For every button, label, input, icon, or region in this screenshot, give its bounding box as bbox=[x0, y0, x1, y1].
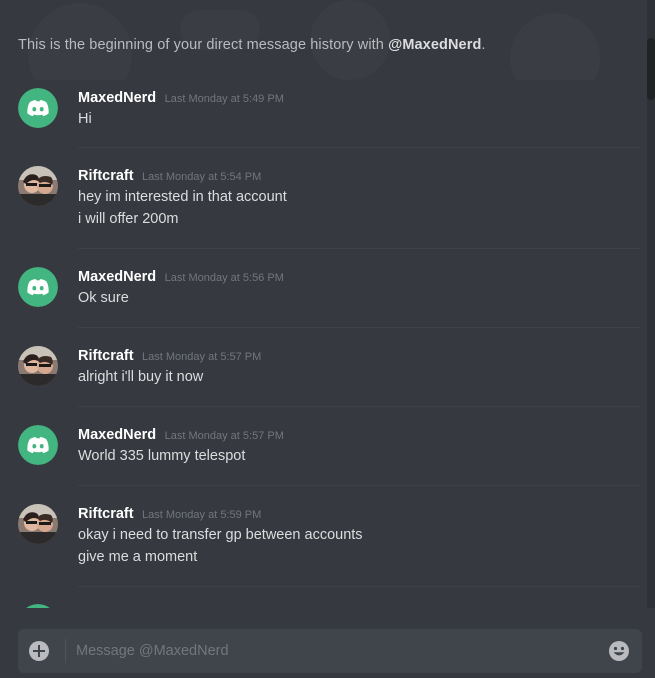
beginning-mention[interactable]: @MaxedNerd bbox=[388, 37, 481, 53]
message-list[interactable]: This is the beginning of your direct mes… bbox=[0, 0, 655, 608]
message-content: MaxedNerd Last Monday at 5:49 PM Hi bbox=[78, 88, 284, 130]
message-divider bbox=[78, 248, 640, 249]
plus-circle-icon[interactable] bbox=[29, 641, 49, 661]
message-input[interactable] bbox=[76, 629, 596, 673]
discord-logo-icon bbox=[26, 604, 50, 608]
message-timestamp: Last Monday at 5:57 PM bbox=[164, 430, 284, 442]
avatar bbox=[18, 604, 58, 608]
message-partial[interactable] bbox=[18, 604, 640, 608]
discord-logo-icon bbox=[18, 425, 58, 465]
avatar[interactable] bbox=[18, 425, 58, 465]
discord-logo-icon bbox=[18, 88, 58, 128]
message-header: MaxedNerd Last Monday at 5:56 PM bbox=[78, 267, 284, 287]
message-header: MaxedNerd Last Monday at 5:57 PM bbox=[78, 425, 284, 445]
message-timestamp: Last Monday at 5:57 PM bbox=[142, 351, 262, 363]
discord-logo-icon bbox=[18, 267, 58, 307]
message-author[interactable]: MaxedNerd bbox=[78, 427, 156, 443]
avatar[interactable] bbox=[18, 504, 58, 544]
message-content: MaxedNerd Last Monday at 5:56 PM Ok sure bbox=[78, 267, 284, 309]
avatar[interactable] bbox=[18, 346, 58, 386]
message-header: Riftcraft Last Monday at 5:57 PM bbox=[78, 346, 261, 366]
message-author[interactable]: Riftcraft bbox=[78, 168, 134, 184]
message-content: Riftcraft Last Monday at 5:54 PM hey im … bbox=[78, 166, 287, 230]
message[interactable]: Riftcraft Last Monday at 5:54 PM hey im … bbox=[18, 166, 640, 228]
message-composer bbox=[18, 629, 642, 673]
user-photo bbox=[18, 504, 58, 544]
beginning-suffix: . bbox=[481, 37, 486, 53]
message-content: MaxedNerd Last Monday at 5:57 PM World 3… bbox=[78, 425, 284, 467]
message-author[interactable]: MaxedNerd bbox=[78, 269, 156, 285]
message-text: Hi bbox=[78, 111, 92, 127]
message-text: i will offer 200m bbox=[78, 211, 179, 227]
composer-divider bbox=[65, 639, 66, 663]
avatar[interactable] bbox=[18, 267, 58, 307]
message-divider bbox=[78, 586, 640, 587]
message-text: alright i'll buy it now bbox=[78, 369, 204, 385]
message-text: hey im interested in that account bbox=[78, 189, 287, 205]
user-photo bbox=[18, 166, 58, 206]
message-timestamp: Last Monday at 5:59 PM bbox=[142, 509, 262, 521]
message-header: MaxedNerd Last Monday at 5:49 PM bbox=[78, 88, 284, 108]
message[interactable]: Riftcraft Last Monday at 5:59 PM okay i … bbox=[18, 504, 640, 566]
dm-beginning-notice: This is the beginning of your direct mes… bbox=[18, 37, 486, 53]
message-text: give me a moment bbox=[78, 549, 198, 565]
message-divider bbox=[78, 485, 640, 486]
message-timestamp: Last Monday at 5:49 PM bbox=[164, 93, 284, 105]
message-timestamp: Last Monday at 5:54 PM bbox=[142, 171, 262, 183]
avatar[interactable] bbox=[18, 166, 58, 206]
message-header: Riftcraft Last Monday at 5:59 PM bbox=[78, 504, 363, 524]
message-divider bbox=[78, 327, 640, 328]
message-text: Ok sure bbox=[78, 290, 129, 306]
message-author[interactable]: Riftcraft bbox=[78, 348, 134, 364]
message[interactable]: MaxedNerd Last Monday at 5:56 PM Ok sure bbox=[18, 267, 640, 307]
message-author[interactable]: Riftcraft bbox=[78, 506, 134, 522]
message[interactable]: Riftcraft Last Monday at 5:57 PM alright… bbox=[18, 346, 640, 386]
message-divider bbox=[78, 406, 640, 407]
message-author[interactable]: MaxedNerd bbox=[78, 90, 156, 106]
message-content: Riftcraft Last Monday at 5:57 PM alright… bbox=[78, 346, 261, 388]
message-text: okay i need to transfer gp between accou… bbox=[78, 527, 363, 543]
message-content: Riftcraft Last Monday at 5:59 PM okay i … bbox=[78, 504, 363, 568]
message[interactable]: MaxedNerd Last Monday at 5:57 PM World 3… bbox=[18, 425, 640, 465]
beginning-text: This is the beginning of your direct mes… bbox=[18, 37, 389, 53]
message-timestamp: Last Monday at 5:56 PM bbox=[164, 272, 284, 284]
smiley-face-icon[interactable] bbox=[608, 640, 630, 662]
avatar[interactable] bbox=[18, 88, 58, 128]
user-photo bbox=[18, 346, 58, 386]
scrollbar-thumb[interactable] bbox=[647, 38, 655, 100]
message-text: World 335 lummy telespot bbox=[78, 448, 246, 464]
message-header: Riftcraft Last Monday at 5:54 PM bbox=[78, 166, 287, 186]
message-divider bbox=[78, 147, 640, 148]
message[interactable]: MaxedNerd Last Monday at 5:49 PM Hi bbox=[18, 88, 640, 128]
